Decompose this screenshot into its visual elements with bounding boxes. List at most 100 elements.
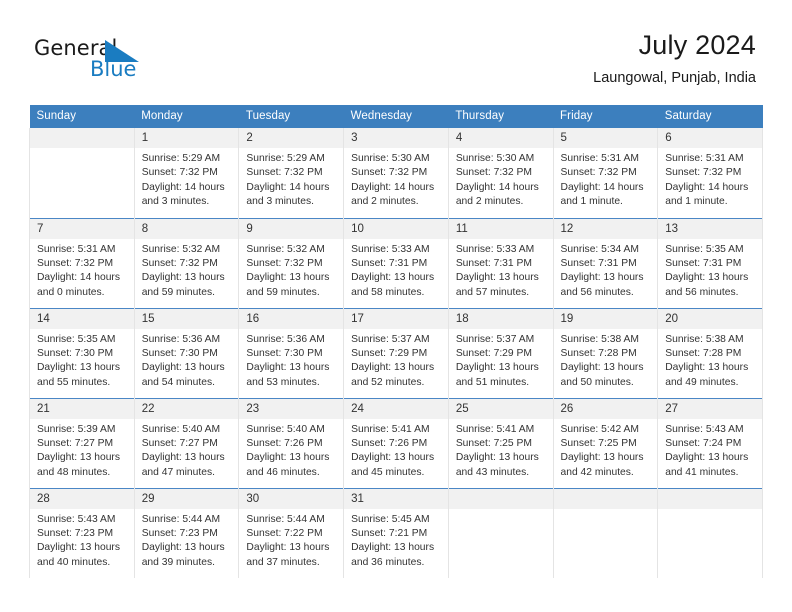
sunrise-time: Sunrise: 5:32 AM — [246, 243, 325, 255]
daylight-duration-line1: Daylight: 13 hours — [560, 272, 644, 284]
day-details: Sunrise: 5:32 AM Sunset: 7:32 PM Daylight:… — [239, 239, 343, 301]
day-number: 20 — [658, 308, 762, 329]
calendar-day-cell[interactable]: 30 Sunrise: 5:44 AM Sunset: 7:22 PM Dayligh… — [238, 487, 345, 578]
day-number: 21 — [30, 398, 134, 419]
day-number: 4 — [448, 128, 553, 148]
calendar-day-cell[interactable]: 25 Sunrise: 5:41 AM Sunset: 7:25 PM Dayligh… — [447, 397, 554, 488]
calendar-day-cell[interactable]: 4 Sunrise: 5:30 AM Sunset: 7:32 PM Daylight… — [447, 128, 554, 218]
sunset-time: Sunset: 7:22 PM — [246, 527, 323, 539]
calendar-day-cell[interactable]: 24 Sunrise: 5:41 AM Sunset: 7:26 PM Dayligh… — [343, 397, 449, 488]
sunset-time: Sunset: 7:25 PM — [560, 437, 637, 449]
sunrise-time: Sunrise: 5:39 AM — [37, 423, 116, 435]
daylight-duration-line1: Daylight: 13 hours — [455, 452, 539, 464]
daylight-duration-line2: and 59 minutes. — [141, 286, 215, 298]
calendar-day-cell[interactable]: 3 Sunrise: 5:30 AM Sunset: 7:32 PM Daylight… — [343, 128, 449, 218]
day-details: Sunrise: 5:35 AM Sunset: 7:31 PM Daylight:… — [658, 239, 762, 301]
sunset-time: Sunset: 7:25 PM — [455, 437, 532, 449]
day-number — [658, 488, 762, 509]
sunset-time: Sunset: 7:32 PM — [141, 257, 218, 269]
sunset-time: Sunset: 7:31 PM — [455, 257, 532, 269]
calendar-day-cell[interactable]: 16 Sunrise: 5:36 AM Sunset: 7:30 PM Dayligh… — [238, 307, 345, 398]
calendar-week-row: 21 Sunrise: 5:39 AM Sunset: 7:27 PM Dayligh… — [29, 397, 763, 488]
daylight-duration-line1: Daylight: 14 hours — [665, 181, 749, 193]
calendar-day-cell[interactable]: 22 Sunrise: 5:40 AM Sunset: 7:27 PM Dayligh… — [133, 397, 240, 488]
sunrise-time: Sunrise: 5:34 AM — [560, 243, 639, 255]
calendar-day-cell[interactable]: 13 Sunrise: 5:35 AM Sunset: 7:31 PM Dayligh… — [657, 217, 763, 308]
calendar-day-cell[interactable]: 23 Sunrise: 5:40 AM Sunset: 7:26 PM Dayligh… — [238, 397, 345, 488]
daylight-duration-line1: Daylight: 13 hours — [665, 362, 749, 374]
day-details: Sunrise: 5:31 AM Sunset: 7:32 PM Daylight:… — [30, 239, 134, 301]
sunrise-time: Sunrise: 5:37 AM — [351, 333, 430, 345]
sunset-time: Sunset: 7:21 PM — [351, 527, 428, 539]
sunrise-time: Sunrise: 5:33 AM — [351, 243, 430, 255]
calendar-day-cell[interactable]: 7 Sunrise: 5:31 AM Sunset: 7:32 PM Daylight… — [29, 217, 135, 308]
day-details: Sunrise: 5:40 AM Sunset: 7:27 PM Daylight:… — [135, 419, 239, 481]
calendar-day-cell[interactable]: 19 Sunrise: 5:38 AM Sunset: 7:28 PM Dayligh… — [552, 307, 659, 398]
daylight-duration-line2: and 0 minutes. — [37, 286, 105, 298]
sunrise-time: Sunrise: 5:44 AM — [141, 513, 221, 525]
calendar-day-cell[interactable]: 5 Sunrise: 5:31 AM Sunset: 7:32 PM Daylight… — [552, 128, 659, 218]
calendar-day-cell[interactable]: 31 Sunrise: 5:45 AM Sunset: 7:21 PM Dayligh… — [343, 487, 449, 578]
calendar-day-cell[interactable]: 15 Sunrise: 5:36 AM Sunset: 7:30 PM Dayligh… — [133, 307, 240, 398]
calendar-day-cell[interactable]: 11 Sunrise: 5:33 AM Sunset: 7:31 PM Dayligh… — [447, 217, 554, 308]
daylight-duration-line2: and 57 minutes. — [455, 286, 530, 298]
calendar-week-row: 28 Sunrise: 5:43 AM Sunset: 7:23 PM Dayligh… — [29, 487, 763, 578]
calendar-day-cell[interactable]: 28 Sunrise: 5:43 AM Sunset: 7:23 PM Dayligh… — [29, 487, 135, 578]
calendar-day-cell[interactable]: 21 Sunrise: 5:39 AM Sunset: 7:27 PM Dayligh… — [29, 397, 135, 488]
daylight-duration-line2: and 49 minutes. — [665, 376, 739, 388]
daylight-duration-line2: and 59 minutes. — [246, 286, 320, 298]
sunrise-time: Sunrise: 5:31 AM — [560, 153, 639, 164]
daylight-duration-line2: and 39 minutes. — [141, 556, 215, 568]
calendar-day-cell[interactable]: 8 Sunrise: 5:32 AM Sunset: 7:32 PM Daylight… — [133, 217, 240, 308]
sunset-time: Sunset: 7:27 PM — [37, 437, 114, 449]
calendar-week-row: 1 Sunrise: 5:29 AM Sunset: 7:32 PM Daylight… — [29, 128, 763, 218]
day-number: 19 — [553, 308, 658, 329]
daylight-duration-line1: Daylight: 14 hours — [351, 181, 435, 193]
sunset-time: Sunset: 7:24 PM — [665, 437, 742, 449]
brand-name-blue: Blue — [90, 57, 137, 81]
daylight-duration-line1: Daylight: 13 hours — [246, 272, 330, 284]
calendar-day-cell[interactable]: 6 Sunrise: 5:31 AM Sunset: 7:32 PM Daylight… — [657, 128, 763, 218]
day-number: 2 — [239, 128, 344, 148]
sunset-time: Sunset: 7:30 PM — [37, 347, 114, 359]
daylight-duration-line2: and 50 minutes. — [560, 376, 634, 388]
brand-logo[interactable]: General Blue — [34, 36, 194, 92]
calendar-day-cell[interactable]: 29 Sunrise: 5:44 AM Sunset: 7:23 PM Dayligh… — [133, 487, 240, 578]
calendar-day-cell[interactable]: 1 Sunrise: 5:29 AM Sunset: 7:32 PM Daylight… — [133, 128, 240, 218]
day-number: 30 — [239, 488, 344, 509]
sunrise-time: Sunrise: 5:36 AM — [246, 333, 325, 345]
day-details: Sunrise: 5:32 AM Sunset: 7:32 PM Daylight:… — [135, 239, 239, 301]
weekday-header-sunday: Sunday — [29, 105, 135, 128]
day-number: 7 — [30, 218, 134, 239]
daylight-duration-line2: and 43 minutes. — [455, 466, 530, 478]
page-header: General Blue July 2024 Laungowal, Punjab… — [0, 28, 792, 98]
calendar-day-cell[interactable]: 20 Sunrise: 5:38 AM Sunset: 7:28 PM Dayligh… — [657, 307, 763, 398]
calendar-day-cell[interactable]: 2 Sunrise: 5:29 AM Sunset: 7:32 PM Daylight… — [238, 128, 345, 218]
daylight-duration-line1: Daylight: 13 hours — [246, 362, 330, 374]
sunset-time: Sunset: 7:29 PM — [351, 347, 428, 359]
day-number: 18 — [448, 308, 553, 329]
calendar-day-cell[interactable]: 9 Sunrise: 5:32 AM Sunset: 7:32 PM Daylight… — [238, 217, 345, 308]
sunrise-time: Sunrise: 5:31 AM — [37, 243, 116, 255]
daylight-duration-line1: Daylight: 14 hours — [455, 181, 539, 193]
daylight-duration-line1: Daylight: 13 hours — [37, 362, 120, 374]
day-details: Sunrise: 5:30 AM Sunset: 7:32 PM Daylight:… — [449, 148, 553, 210]
sunrise-time: Sunrise: 5:38 AM — [665, 333, 744, 345]
calendar-day-cell[interactable]: 14 Sunrise: 5:35 AM Sunset: 7:30 PM Dayligh… — [29, 307, 135, 398]
calendar-day-cell[interactable]: 17 Sunrise: 5:37 AM Sunset: 7:29 PM Dayligh… — [343, 307, 449, 398]
day-number: 8 — [134, 218, 239, 239]
sunset-time: Sunset: 7:32 PM — [141, 167, 218, 179]
day-number: 10 — [344, 218, 448, 239]
calendar-day-cell[interactable]: 10 Sunrise: 5:33 AM Sunset: 7:31 PM Dayligh… — [343, 217, 449, 308]
calendar-day-cell-empty — [657, 487, 763, 578]
calendar-day-cell[interactable]: 12 Sunrise: 5:34 AM Sunset: 7:31 PM Dayligh… — [552, 217, 659, 308]
day-details: Sunrise: 5:45 AM Sunset: 7:21 PM Daylight:… — [344, 509, 448, 571]
daylight-duration-line1: Daylight: 13 hours — [141, 452, 225, 464]
calendar-day-cell[interactable]: 18 Sunrise: 5:37 AM Sunset: 7:29 PM Dayligh… — [447, 307, 554, 398]
day-details: Sunrise: 5:37 AM Sunset: 7:29 PM Daylight:… — [344, 329, 448, 391]
calendar-day-cell[interactable]: 26 Sunrise: 5:42 AM Sunset: 7:25 PM Dayligh… — [552, 397, 659, 488]
calendar-header-row: Sunday Monday Tuesday Wednesday Thursday… — [29, 105, 763, 128]
sunset-time: Sunset: 7:32 PM — [246, 257, 323, 269]
calendar-day-cell[interactable]: 27 Sunrise: 5:43 AM Sunset: 7:24 PM Dayligh… — [657, 397, 763, 488]
sunrise-time: Sunrise: 5:31 AM — [665, 153, 744, 164]
